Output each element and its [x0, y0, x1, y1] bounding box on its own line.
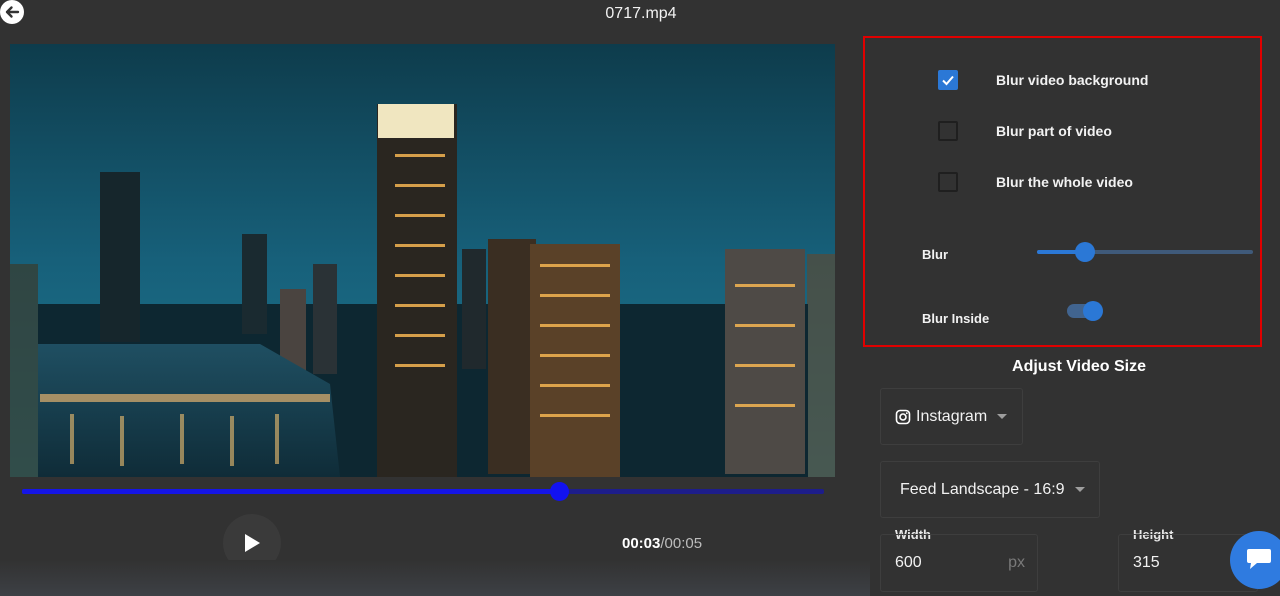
- video-frame-image: [10, 44, 835, 477]
- slider-handle[interactable]: [1074, 242, 1095, 262]
- blur-label: Blur: [922, 247, 948, 262]
- preset-dropdown[interactable]: Feed Landscape - 16:9: [880, 461, 1100, 518]
- chevron-down-icon: [1074, 487, 1085, 492]
- option-label: Blur the whole video: [996, 174, 1133, 190]
- blur-options-panel: Blur video background Blur part of video…: [863, 36, 1262, 347]
- file-title: 0717.mp4: [605, 5, 677, 22]
- option-blur-background[interactable]: Blur video background: [938, 70, 1148, 90]
- option-blur-whole[interactable]: Blur the whole video: [938, 172, 1133, 192]
- total-time: /00:05: [660, 535, 703, 552]
- platform-value: Instagram: [916, 407, 988, 425]
- progress-handle[interactable]: [550, 482, 570, 501]
- option-label: Blur video background: [996, 72, 1149, 88]
- toggle-thumb: [1083, 301, 1103, 321]
- height-value: 315: [1133, 554, 1160, 571]
- checkbox-blur-whole[interactable]: [938, 172, 958, 192]
- video-preview[interactable]: [10, 44, 835, 477]
- platform-dropdown[interactable]: Instagram: [880, 388, 1023, 445]
- width-field[interactable]: 600 px: [880, 534, 1038, 592]
- checkbox-blur-part[interactable]: [938, 121, 958, 141]
- chat-icon: [1247, 549, 1271, 569]
- progress-fill: [22, 489, 560, 494]
- blur-inside-label: Blur Inside: [922, 311, 990, 326]
- option-blur-part[interactable]: Blur part of video: [938, 121, 1112, 141]
- width-unit: px: [1008, 554, 1025, 571]
- chevron-down-icon: [997, 414, 1008, 419]
- option-label: Blur part of video: [996, 123, 1112, 139]
- checkbox-blur-background[interactable]: [938, 70, 958, 90]
- bottom-shade: [0, 560, 870, 596]
- instagram-icon: [895, 409, 911, 424]
- current-time: 00:03: [622, 535, 661, 552]
- play-icon: [245, 534, 260, 552]
- video-progress-bar[interactable]: [22, 482, 824, 501]
- preset-value: Feed Landscape - 16:9: [900, 480, 1065, 498]
- width-value: 600: [895, 554, 922, 571]
- blur-slider[interactable]: [1037, 242, 1253, 262]
- chat-button[interactable]: [1230, 531, 1280, 589]
- checkmark-icon: [942, 75, 954, 86]
- adjust-video-size-title: Adjust Video Size: [1012, 358, 1146, 375]
- blur-inside-toggle[interactable]: [1067, 301, 1103, 321]
- time-display: 00:03/00:05: [622, 535, 702, 552]
